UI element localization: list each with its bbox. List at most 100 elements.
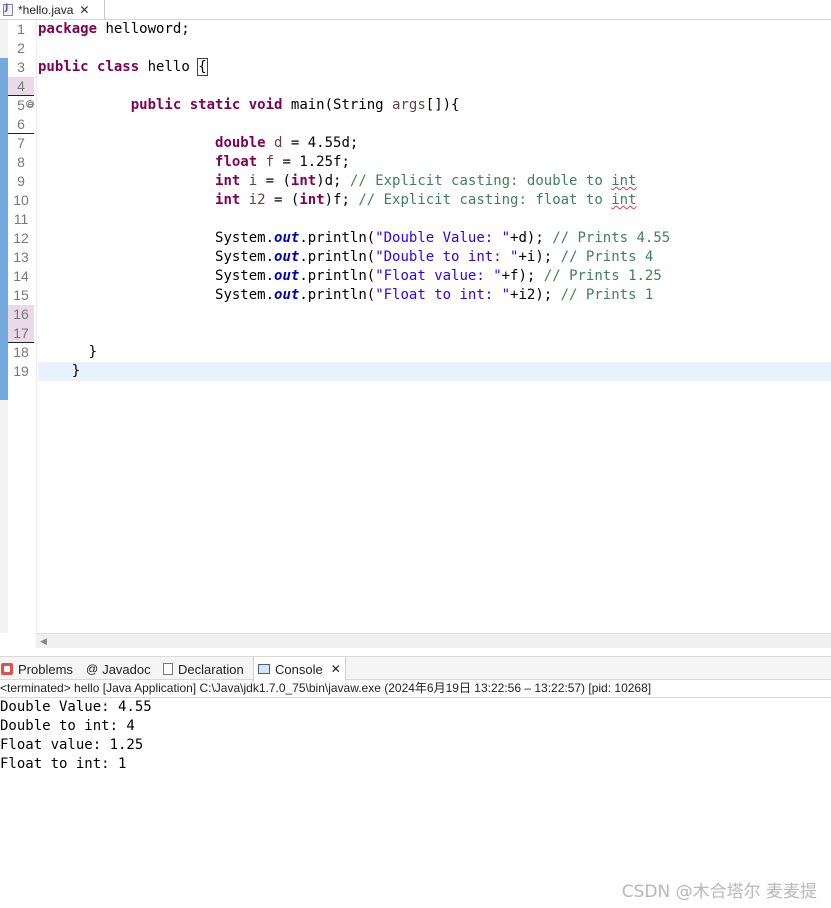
string-literal: "Float value: " (375, 268, 502, 284)
parameter: args (392, 97, 426, 113)
tab-label: Javadoc (102, 661, 151, 677)
line-number: 14 (13, 268, 29, 284)
code-line: double d = 4.55d; (38, 134, 358, 153)
tab-declaration[interactable]: Declaration (163, 657, 244, 681)
tab-console[interactable]: Console ✕ (253, 657, 346, 681)
code-line: int i2 = (int)f; // Explicit casting: fl… (38, 191, 637, 210)
line-number: 19 (13, 363, 29, 379)
close-icon[interactable]: ✕ (331, 662, 341, 676)
editor-tab-hello-java[interactable]: *hello.java ✕ (0, 0, 105, 19)
watermark: CSDN @木合塔尔 麦麦提 (621, 882, 817, 902)
code-editor[interactable]: 1 2 3 4 5 6 7 8 9 10 11 12 13 14 15 16 1… (0, 20, 831, 633)
line-number: 17 (8, 324, 34, 343)
tab-label: Console (275, 661, 323, 677)
code-token: System. (215, 230, 275, 246)
code-token: +i); (518, 249, 561, 265)
code-token: System. (215, 268, 275, 284)
keyword: static (189, 97, 241, 113)
console-line: Float to int: 1 (0, 756, 127, 772)
console-line: Double Value: 4.55 (0, 699, 152, 715)
code-token: +d); (510, 230, 553, 246)
horizontal-scrollbar[interactable]: ◀ (36, 633, 831, 648)
keyword: float (215, 154, 258, 170)
javadoc-at-icon: @ (86, 662, 99, 676)
code-token: []){ (425, 97, 460, 113)
line-number: 10 (13, 192, 29, 208)
keyword: int (215, 173, 241, 189)
close-icon[interactable]: ✕ (79, 3, 89, 17)
static-field: out (274, 230, 300, 246)
code-token: .println( (299, 230, 376, 246)
variable: d (265, 135, 283, 151)
declaration-icon (163, 663, 173, 675)
static-field: out (274, 287, 300, 303)
line-number: 15 (13, 287, 29, 303)
comment: // Prints 1.25 (543, 268, 662, 284)
line-number: 7 (17, 135, 25, 151)
string-literal: "Double to int: " (375, 249, 519, 265)
keyword: int (290, 173, 317, 189)
code-token: ; (333, 173, 350, 189)
code-line: System.out.println("Double Value: "+d); … (38, 229, 670, 248)
line-number: 13 (13, 249, 29, 265)
tab-problems[interactable]: Problems (1, 657, 73, 681)
comment: // Explicit casting: float to (358, 192, 612, 208)
editor-tab-bar: *hello.java ✕ (0, 0, 831, 20)
line-number: 6 (8, 115, 34, 134)
code-token: = ( (265, 192, 300, 208)
code-token: = 4.55d; (282, 135, 359, 151)
code-token: .println( (299, 287, 376, 303)
matching-bracket: { (197, 58, 208, 76)
console-process-label: <terminated> hello [Java Application] C:… (0, 680, 831, 698)
code-line: System.out.println("Float value: "+f); /… (38, 267, 662, 286)
code-line: float f = 1.25f; (38, 153, 350, 172)
comment: // Prints 4 (560, 249, 654, 265)
line-number: 4 (8, 77, 34, 96)
code-token: )f (324, 192, 342, 208)
comment: // Prints 1 (560, 287, 654, 303)
spelling-warning: int (611, 173, 637, 189)
string-literal: "Double Value: " (375, 230, 511, 246)
code-line: System.out.println("Float to int: "+i2);… (38, 286, 653, 305)
code-line: } (38, 343, 97, 362)
static-field: out (274, 249, 300, 265)
spelling-warning: int (611, 192, 637, 208)
code-token: .println( (299, 268, 376, 284)
comment: // Explicit casting: double to (349, 173, 612, 189)
comment: // Prints 4.55 (552, 230, 671, 246)
console-line: Double to int: 4 (0, 718, 135, 734)
string-literal: "Float to int: " (375, 287, 511, 303)
keyword: package (38, 21, 98, 37)
variable: i (240, 173, 258, 189)
static-field: out (274, 268, 300, 284)
code-token: hello (139, 59, 199, 75)
keyword: public (38, 59, 89, 75)
code-line: package helloword; (38, 20, 190, 39)
keyword: class (97, 59, 140, 75)
views-tab-bar: Problems @ Javadoc Declaration Console ✕ (0, 656, 831, 681)
line-number: 1 (17, 21, 25, 37)
code-token: .println( (299, 249, 376, 265)
problems-icon (1, 663, 13, 675)
tab-label: Declaration (178, 661, 244, 677)
code-token: )d (316, 173, 334, 189)
keyword: double (215, 135, 266, 151)
console-line: Float value: 1.25 (0, 737, 144, 753)
line-number: 12 (13, 230, 29, 246)
line-number: 16 (8, 305, 34, 324)
code-line: public static void main(String args[]){ (38, 96, 460, 115)
fold-collapse-icon[interactable]: ⊖ (26, 100, 34, 109)
code-line: System.out.println("Double to int: "+i);… (38, 248, 653, 267)
keyword: int (215, 192, 241, 208)
line-number: 9 (17, 173, 25, 189)
code-line: public class hello { (38, 58, 208, 77)
scroll-left-icon[interactable]: ◀ (40, 636, 47, 647)
variable: f (257, 154, 275, 170)
tab-javadoc[interactable]: @ Javadoc (86, 657, 151, 681)
line-number: 11 (13, 211, 29, 227)
line-number: 2 (17, 40, 25, 56)
keyword: void (248, 97, 283, 113)
code-token: ; (341, 192, 359, 208)
code-token: = ( (257, 173, 291, 189)
java-file-icon (3, 3, 13, 16)
